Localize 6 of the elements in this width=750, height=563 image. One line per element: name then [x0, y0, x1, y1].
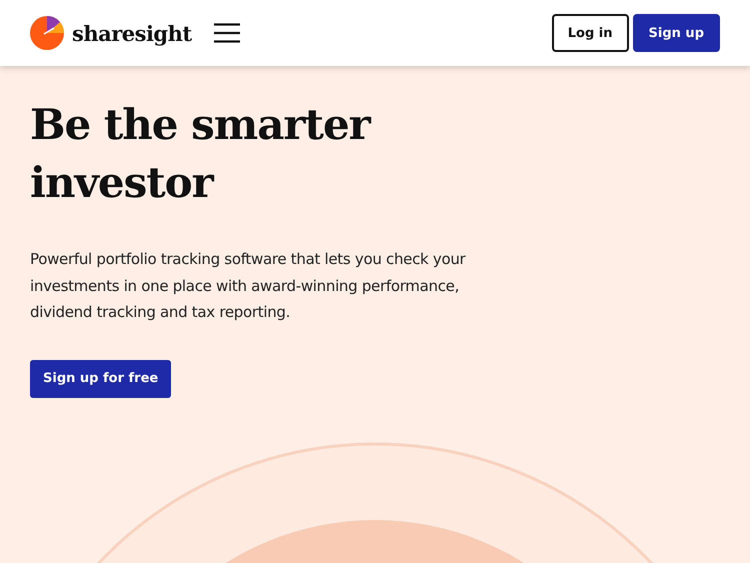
- login-button[interactable]: Log in: [552, 14, 629, 52]
- signup-button[interactable]: Sign up: [632, 14, 720, 52]
- signup-free-button[interactable]: Sign up for free: [30, 360, 172, 398]
- brand-name: sharesight: [72, 20, 192, 46]
- hero-description: Powerful portfolio tracking software that lets you check your investments in one place with award-winning performance, dividend tracking and tax reporting.: [30, 249, 467, 323]
- hero-heading: Be the smarter investor: [30, 99, 372, 209]
